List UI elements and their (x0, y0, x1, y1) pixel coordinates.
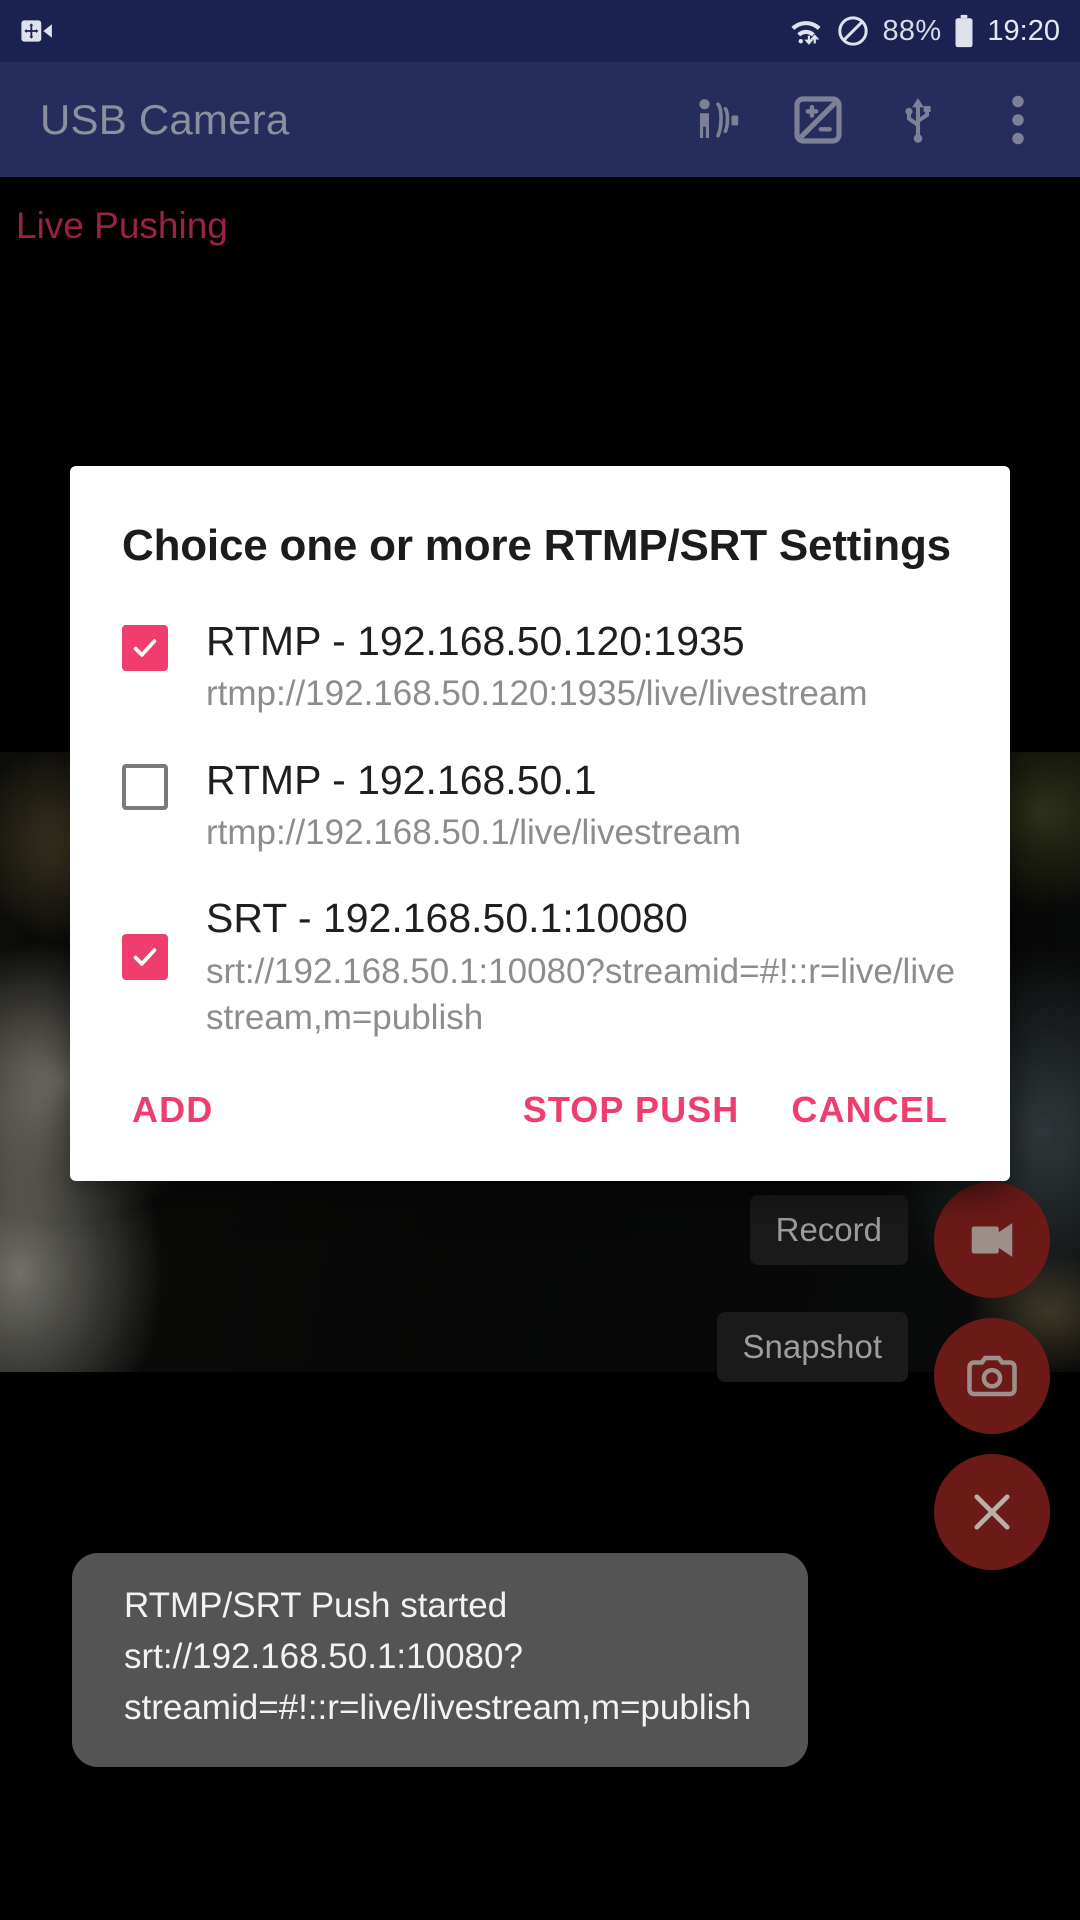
option-title: RTMP - 192.168.50.120:1935 (206, 618, 745, 664)
live-pushing-label: Live Pushing (16, 205, 228, 246)
phone-screen: Live Pushing Snapshot Record RTMP/SRT Pu… (0, 0, 1080, 1920)
list-item[interactable]: SRT - 192.168.50.1:10080 srt://192.168.5… (122, 894, 958, 1041)
toast-message: RTMP/SRT Push started srt://192.168.50.1… (124, 1586, 752, 1727)
dialog-options-list: RTMP - 192.168.50.120:1935 rtmp://192.16… (70, 617, 1010, 1041)
checkbox-wrap (122, 617, 178, 671)
floating-action-buttons (934, 1182, 1050, 1570)
option-text: RTMP - 192.168.50.1 rtmp://192.168.50.1/… (178, 756, 958, 857)
screen-record-icon (21, 20, 52, 42)
wifi-icon (791, 21, 822, 45)
record-chip-label: Record (749, 1195, 908, 1265)
option-checkbox-rtmp-1[interactable] (122, 763, 168, 810)
toast-notification: RTMP/SRT Push started srt://192.168.50.1… (72, 1553, 808, 1768)
close-fab[interactable] (934, 1454, 1050, 1570)
camera-icon (967, 1355, 1017, 1397)
exposure-button[interactable] (768, 70, 868, 170)
page-title: USB Camera (40, 95, 290, 143)
audio-source-button[interactable] (668, 70, 768, 170)
app-bar-actions (668, 70, 1080, 170)
audio-source-icon (699, 98, 739, 138)
dialog-title: Choice one or more RTMP/SRT Settings (122, 521, 951, 570)
option-title: RTMP - 192.168.50.1 (206, 756, 597, 803)
overflow-menu-icon (1012, 95, 1024, 144)
add-button[interactable]: ADD (110, 1075, 235, 1145)
option-url: rtmp://192.168.50.1/live/livestream (206, 812, 741, 852)
video-camera-icon (971, 1223, 1013, 1257)
status-bar-right: 88% 19:20 (788, 14, 1060, 48)
battery-percent-label: 88% (882, 14, 942, 47)
list-item[interactable]: RTMP - 192.168.50.1 rtmp://192.168.50.1/… (122, 756, 958, 857)
clock-label: 19:20 (987, 14, 1060, 47)
option-title: SRT - 192.168.50.1:10080 (206, 895, 688, 942)
snapshot-chip-label: Snapshot (716, 1312, 908, 1382)
overflow-menu-button[interactable] (968, 70, 1068, 170)
usb-button[interactable] (868, 70, 968, 170)
rtmp-srt-settings-dialog: Choice one or more RTMP/SRT Settings RTM… (70, 466, 1010, 1181)
record-video-fab[interactable] (934, 1182, 1050, 1298)
battery-icon (955, 14, 973, 48)
option-text: RTMP - 192.168.50.120:1935 rtmp://192.16… (178, 617, 958, 718)
status-bar-left (20, 16, 54, 46)
dialog-action-bar: ADD STOP PUSH CANCEL (70, 1041, 1010, 1181)
option-checkbox-srt-10080[interactable] (122, 934, 168, 981)
usb-icon (905, 97, 931, 143)
option-text: SRT - 192.168.50.1:10080 srt://192.168.5… (178, 894, 958, 1041)
checkbox-wrap (122, 894, 178, 981)
option-url: srt://192.168.50.1:10080?streamid=#!::r=… (206, 951, 956, 1037)
stop-push-button[interactable]: STOP PUSH (501, 1075, 762, 1145)
cancel-button[interactable]: CANCEL (769, 1075, 970, 1145)
list-item[interactable]: RTMP - 192.168.50.120:1935 rtmp://192.16… (122, 617, 958, 718)
do-not-disturb-icon (838, 16, 869, 46)
status-bar: 88% 19:20 (0, 0, 1080, 62)
exposure-icon (794, 95, 842, 144)
option-checkbox-rtmp-120[interactable] (122, 625, 168, 671)
snapshot-fab[interactable] (934, 1318, 1050, 1434)
checkbox-wrap (122, 756, 178, 810)
option-url: rtmp://192.168.50.120:1935/live/livestre… (206, 674, 868, 714)
app-bar: USB Camera (0, 62, 1080, 177)
check-icon (133, 639, 157, 657)
check-icon (133, 948, 157, 966)
close-icon (974, 1494, 1010, 1530)
